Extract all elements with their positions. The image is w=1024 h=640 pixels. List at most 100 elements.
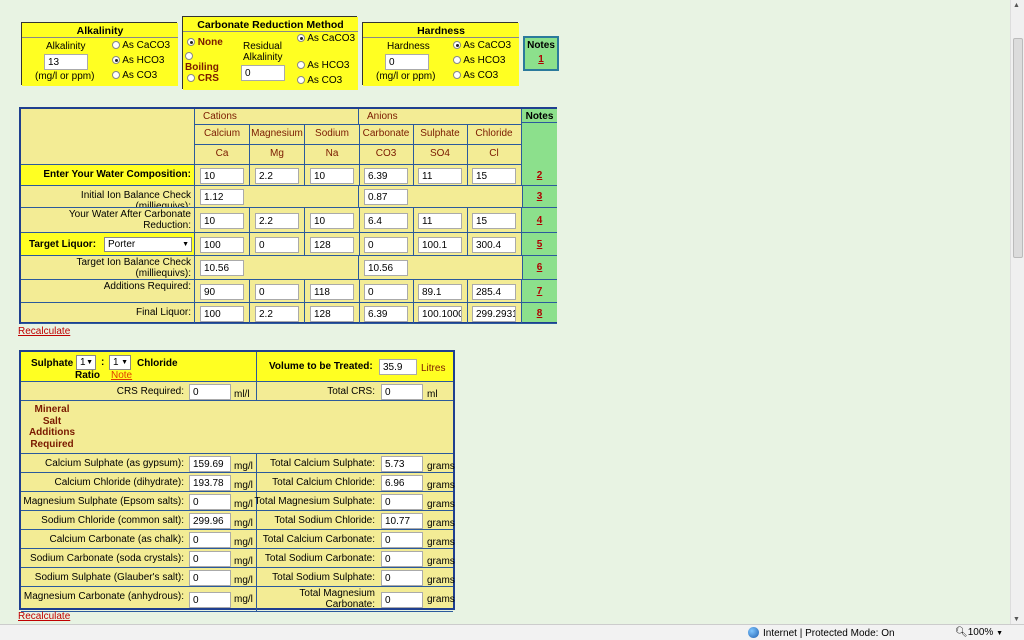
note-link[interactable]: 2: [537, 170, 543, 181]
hardness-option-2[interactable]: As CO3: [453, 70, 498, 81]
note-link[interactable]: 5: [537, 239, 543, 250]
value-input[interactable]: 2.2: [255, 168, 299, 184]
value-input[interactable]: 100.1000: [418, 306, 462, 322]
salt-total-input[interactable]: 0: [381, 494, 423, 510]
carbonate-option-2[interactable]: As CO3: [297, 75, 342, 86]
alkalinity-input[interactable]: 13: [44, 54, 88, 70]
salt-total-unit: grams: [427, 594, 455, 605]
note-cell: 6: [522, 256, 557, 280]
ratio-right-select[interactable]: 1 ▼: [109, 355, 131, 370]
value-input[interactable]: 128: [310, 306, 354, 322]
note-link[interactable]: 4: [537, 215, 543, 226]
salt-total-input[interactable]: 0: [381, 551, 423, 567]
value-input[interactable]: 2.2: [255, 213, 299, 229]
note-link[interactable]: 7: [537, 286, 543, 297]
value-input[interactable]: 0: [364, 284, 408, 300]
hardness-option-0[interactable]: As CaCO3: [453, 40, 511, 51]
note-link[interactable]: 3: [537, 191, 543, 202]
crs-input[interactable]: 0: [189, 384, 231, 400]
ratio-left-select[interactable]: 1 ▼: [76, 355, 96, 370]
value-input[interactable]: 6.39: [364, 306, 408, 322]
value-input[interactable]: 285.4: [472, 284, 516, 300]
carbonate-option-1[interactable]: As HCO3: [297, 60, 349, 71]
salt-total-label: Total Calcium Carbonate:: [262, 534, 375, 545]
carbonate-option-boiling[interactable]: Boiling: [185, 51, 219, 73]
note-link[interactable]: 8: [537, 308, 543, 319]
target-liquor-select[interactable]: Porter ▼: [104, 237, 192, 252]
value-input[interactable]: 0: [255, 284, 299, 300]
scroll-down-icon[interactable]: ▼: [1013, 616, 1020, 623]
value-input[interactable]: 10: [200, 168, 244, 184]
value-input[interactable]: 300.4: [472, 237, 516, 253]
salt-total-input[interactable]: 6.96: [381, 475, 423, 491]
value-input[interactable]: 11: [418, 213, 462, 229]
value-input[interactable]: 128: [310, 237, 354, 253]
ion-name-header: Magnesium: [250, 125, 305, 145]
total-crs-input[interactable]: 0: [381, 384, 423, 400]
salt-total-input[interactable]: 10.77: [381, 513, 423, 529]
recalculate-link-2[interactable]: Recalculate: [18, 611, 70, 622]
salt-total-unit: grams: [427, 480, 455, 491]
scroll-up-icon[interactable]: ▲: [1013, 2, 1020, 9]
salt-label: Calcium Sulphate (as gypsum):: [45, 458, 184, 469]
value-input[interactable]: 100: [200, 306, 244, 322]
value-input[interactable]: 15: [472, 168, 516, 184]
value-input[interactable]: 10: [310, 168, 354, 184]
carbonate-option-none[interactable]: None: [187, 37, 223, 48]
note-link-1[interactable]: 1: [538, 54, 544, 65]
salt-input[interactable]: 0: [189, 570, 231, 586]
hardness-input[interactable]: 0: [385, 54, 429, 70]
value-input[interactable]: 118: [310, 284, 354, 300]
value-input[interactable]: 10: [200, 213, 244, 229]
value-input[interactable]: 0: [255, 237, 299, 253]
alkalinity-option-2[interactable]: As CO3: [112, 70, 157, 81]
value-input[interactable]: 1.12: [200, 189, 244, 205]
salt-total-input[interactable]: 0: [381, 592, 423, 608]
row-label-cell: Target Ion Balance Check (milliequivs):: [21, 256, 195, 280]
salt-input[interactable]: 0: [189, 494, 231, 510]
value-input[interactable]: 6.39: [364, 168, 408, 184]
salt-total-input[interactable]: 5.73: [381, 456, 423, 472]
value-input[interactable]: 0.87: [364, 189, 408, 205]
volume-input[interactable]: 35.9: [379, 359, 417, 375]
recalculate-link-1[interactable]: Recalculate: [18, 326, 70, 337]
hardness-panel: Hardness Hardness 0 (mg/l or ppm) As CaC…: [362, 22, 519, 86]
salt-total-input[interactable]: 0: [381, 570, 423, 586]
value-input[interactable]: 10: [310, 213, 354, 229]
alkalinity-option-0[interactable]: As CaCO3: [112, 40, 170, 51]
salt-input[interactable]: 159.69: [189, 456, 231, 472]
value-input[interactable]: 11: [418, 168, 462, 184]
salt-input[interactable]: 299.96: [189, 513, 231, 529]
value-input[interactable]: 10.56: [200, 260, 244, 276]
scrollbar-thumb[interactable]: [1013, 38, 1023, 258]
salt-input[interactable]: 0: [189, 592, 231, 608]
ratio-note-link[interactable]: Note: [111, 370, 132, 381]
salt-input[interactable]: 193.78: [189, 475, 231, 491]
notes-top-box: Notes 1: [523, 36, 559, 71]
row-label-cell: Additions Required:: [21, 280, 195, 303]
carbonate-option-0[interactable]: As CaCO3: [297, 33, 357, 44]
value-input[interactable]: 15: [472, 213, 516, 229]
value-input[interactable]: 0: [364, 237, 408, 253]
value-input[interactable]: 6.4: [364, 213, 408, 229]
value-input[interactable]: 10.56: [364, 260, 408, 276]
value-input[interactable]: 89.1: [418, 284, 462, 300]
salt-input[interactable]: 0: [189, 551, 231, 567]
carbonate-panel: Carbonate Reduction Method None Boiling …: [182, 16, 358, 90]
carbonate-option-crs[interactable]: CRS: [187, 73, 219, 84]
salt-input[interactable]: 0: [189, 532, 231, 548]
zoom-control[interactable]: 🔍︎100% ▼: [955, 627, 1003, 638]
value-input[interactable]: 100.1: [418, 237, 462, 253]
residual-input[interactable]: 0: [241, 65, 285, 81]
alkalinity-panel: Alkalinity Alkalinity 13 (mg/l or ppm) A…: [21, 22, 178, 86]
hardness-option-1[interactable]: As HCO3: [453, 55, 505, 66]
salt-total-input[interactable]: 0: [381, 532, 423, 548]
alkalinity-option-1[interactable]: As HCO3: [112, 55, 164, 66]
value-input[interactable]: 100: [200, 237, 244, 253]
value-input[interactable]: 299.2931: [472, 306, 516, 322]
value-input[interactable]: 2.2: [255, 306, 299, 322]
note-link[interactable]: 6: [537, 262, 543, 273]
alkalinity-label: Alkalinity: [46, 41, 86, 52]
vertical-scrollbar[interactable]: ▲ ▼: [1010, 0, 1024, 625]
value-input[interactable]: 90: [200, 284, 244, 300]
